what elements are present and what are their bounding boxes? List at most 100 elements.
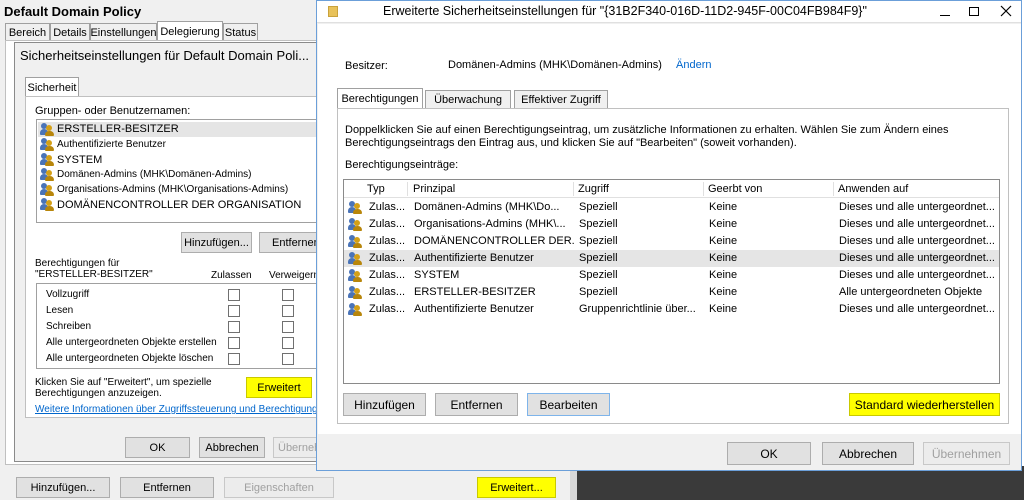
allow-checkbox[interactable]	[228, 289, 240, 301]
table-row-selected[interactable]: Zulas... Authentifizierte Benutzer Spezi…	[344, 250, 999, 267]
allow-checkbox[interactable]	[228, 321, 240, 333]
cell-prinzipal: Authentifizierte Benutzer	[414, 252, 534, 264]
mid-add-button[interactable]: Hinzufügen...	[181, 232, 252, 253]
mid-ok-button[interactable]: OK	[125, 437, 190, 458]
gpmc-add-button[interactable]: Hinzufügen...	[16, 477, 110, 498]
close-icon[interactable]	[992, 2, 1020, 21]
mid-remove-button[interactable]: Entfernen	[259, 232, 317, 253]
gpmc-advanced-button[interactable]: Erweitert...	[477, 477, 556, 498]
cell-anwenden-auf: Dieses und alle untergeordnet...	[839, 201, 995, 213]
list-item[interactable]: SYSTEM	[57, 154, 102, 166]
table-row[interactable]: Zulas... Domänen-Admins (MHK\Do... Spezi…	[344, 199, 999, 216]
cell-anwenden-auf: Dieses und alle untergeordnet...	[839, 269, 995, 281]
table-row[interactable]: Zulas... Organisations-Admins (MHK\... S…	[344, 216, 999, 233]
user-group-icon	[348, 252, 362, 265]
table-row[interactable]: Zulas... Authentifizierte Benutzer Grupp…	[344, 301, 999, 318]
allow-checkbox[interactable]	[228, 337, 240, 349]
list-item[interactable]: Domänen-Admins (MHK\Domänen-Admins)	[57, 169, 252, 180]
permission-name: Alle untergeordneten Objekte erstellen	[46, 337, 217, 348]
tab-effektiver-zugriff[interactable]: Effektiver Zugriff	[514, 90, 608, 108]
gpmc-title: Default Domain Policy	[4, 4, 142, 19]
user-group-icon	[40, 198, 54, 211]
gpmc-properties-button[interactable]: Eigenschaften	[224, 477, 334, 498]
cell-typ: Zulas...	[369, 252, 406, 264]
column-header-typ[interactable]: Typ	[367, 183, 407, 195]
cell-anwenden-auf: Alle untergeordneten Objekte	[839, 286, 983, 298]
front-apply-button[interactable]: Übernehmen	[923, 442, 1010, 465]
permission-name: Schreiben	[46, 321, 92, 332]
tab-berechtigungen[interactable]: Berechtigungen	[337, 88, 423, 108]
cell-prinzipal: Domänen-Admins (MHK\Do...	[414, 201, 560, 213]
permission-name: Vollzugriff	[46, 289, 90, 300]
table-row[interactable]: Zulas... ERSTELLER-BESITZER Speziell Kei…	[344, 284, 999, 301]
table-row[interactable]: Zulas... DOMÄNENCONTROLLER DER... Spezie…	[344, 233, 999, 250]
user-group-icon	[348, 269, 362, 282]
list-item[interactable]: DOMÄNENCONTROLLER DER ORGANISATION	[57, 199, 301, 211]
list-item[interactable]: Organisations-Admins (MHK\Organisations-…	[57, 184, 288, 195]
table-header: Typ Prinzipal Zugriff Geerbt von Anwende…	[344, 180, 999, 198]
front-ok-button[interactable]: OK	[727, 442, 811, 465]
table-row[interactable]: Zulas... SYSTEM Speziell Keine Dieses un…	[344, 267, 999, 284]
user-group-icon	[40, 153, 54, 166]
front-add-button[interactable]: Hinzufügen	[343, 393, 426, 416]
deny-column-header: Verweigern	[269, 270, 320, 281]
permissions-for-principal: "ERSTELLER-BESITZER"	[35, 269, 153, 280]
tab-einstellungen[interactable]: Einstellungen	[90, 23, 157, 41]
security-dialog-title: Sicherheitseinstellungen für Default Dom…	[20, 48, 310, 63]
column-header-geerbt-von[interactable]: Geerbt von	[708, 183, 828, 195]
deny-checkbox[interactable]	[282, 305, 294, 317]
user-group-icon	[40, 183, 54, 196]
user-group-icon	[348, 201, 362, 214]
cell-prinzipal: Authentifizierte Benutzer	[414, 303, 534, 315]
tab-status[interactable]: Status	[223, 23, 258, 41]
mid-cancel-button[interactable]: Abbrechen	[199, 437, 265, 458]
owner-value: Domänen-Admins (MHK\Domänen-Admins)	[448, 59, 662, 71]
restore-defaults-button[interactable]: Standard wiederherstellen	[849, 393, 1000, 416]
allow-checkbox[interactable]	[228, 305, 240, 317]
column-header-anwenden-auf[interactable]: Anwenden auf	[838, 183, 998, 195]
user-group-icon	[40, 168, 54, 181]
front-edit-button[interactable]: Bearbeiten	[527, 393, 610, 416]
cell-geerbt-von: Keine	[709, 303, 738, 315]
allow-column-header: Zulassen	[211, 270, 252, 281]
cell-zugriff: Gruppenrichtlinie über...	[579, 303, 696, 315]
cell-geerbt-von: Keine	[709, 218, 738, 230]
mid-advanced-button[interactable]: Erweitert	[246, 377, 312, 398]
list-item[interactable]: ERSTELLER-BESITZER	[57, 123, 179, 135]
user-group-icon	[40, 138, 54, 151]
owner-change-link[interactable]: Ändern	[676, 59, 711, 71]
deny-checkbox[interactable]	[282, 321, 294, 333]
groups-label: Gruppen- oder Benutzernamen:	[35, 105, 191, 117]
owner-label: Besitzer:	[345, 60, 388, 72]
tab-ueberwachung[interactable]: Überwachung	[425, 90, 511, 108]
cell-zugriff: Speziell	[579, 252, 618, 264]
tab-sicherheit[interactable]: Sicherheit	[25, 77, 79, 97]
mid-apply-button[interactable]: Übernehmen	[273, 437, 318, 458]
cell-typ: Zulas...	[369, 303, 406, 315]
cell-typ: Zulas...	[369, 235, 406, 247]
cell-prinzipal: ERSTELLER-BESITZER	[414, 286, 536, 298]
minimize-icon[interactable]	[936, 5, 954, 19]
front-remove-button[interactable]: Entfernen	[435, 393, 518, 416]
security-dialog: Sicherheitseinstellungen für Default Dom…	[14, 42, 329, 462]
folder-icon	[328, 6, 338, 17]
gpmc-remove-button[interactable]: Entfernen	[120, 477, 214, 498]
allow-checkbox[interactable]	[228, 353, 240, 365]
list-item[interactable]: Authentifizierte Benutzer	[57, 139, 166, 150]
front-cancel-button[interactable]: Abbrechen	[822, 442, 914, 465]
column-header-zugriff[interactable]: Zugriff	[578, 183, 698, 195]
tab-bereich[interactable]: Bereich	[5, 23, 50, 41]
deny-checkbox[interactable]	[282, 353, 294, 365]
column-header-prinzipal[interactable]: Prinzipal	[413, 183, 573, 195]
cell-typ: Zulas...	[369, 269, 406, 281]
tab-delegierung[interactable]: Delegierung	[157, 21, 223, 41]
deny-checkbox[interactable]	[282, 337, 294, 349]
dark-background	[577, 466, 1024, 500]
deny-checkbox[interactable]	[282, 289, 294, 301]
access-control-help-link[interactable]: Weitere Informationen über Zugriffssteue…	[35, 404, 329, 415]
tab-details[interactable]: Details	[50, 23, 90, 41]
maximize-icon[interactable]	[965, 5, 983, 19]
info-text-line2: Berechtigungseintrags den Eintrag aus, u…	[345, 137, 797, 149]
cell-zugriff: Speziell	[579, 269, 618, 281]
cell-typ: Zulas...	[369, 286, 406, 298]
